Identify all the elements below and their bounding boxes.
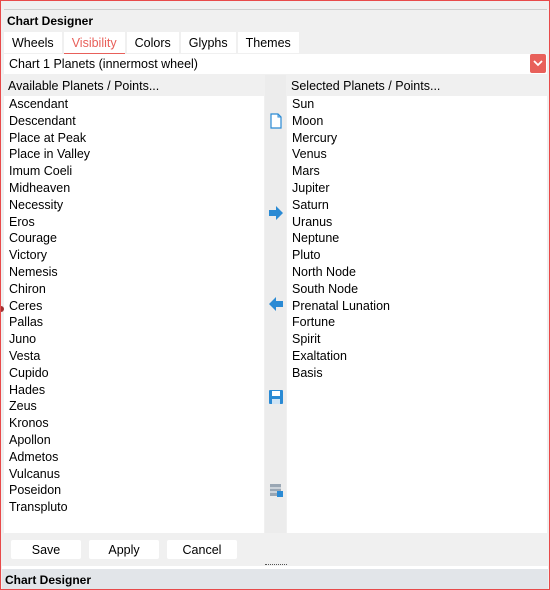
tab-wheels[interactable]: Wheels: [4, 32, 62, 53]
selected-list-item[interactable]: Basis: [287, 365, 547, 382]
available-list-item[interactable]: Courage: [4, 230, 264, 247]
selected-list-item[interactable]: Sun: [287, 96, 547, 113]
available-list-item[interactable]: Juno: [4, 331, 264, 348]
selected-list-item[interactable]: Venus: [287, 146, 547, 163]
available-list-item[interactable]: Midheaven: [4, 180, 264, 197]
available-list-item[interactable]: Vulcanus: [4, 466, 264, 483]
selected-list-item[interactable]: Fortune: [287, 314, 547, 331]
available-list-item[interactable]: Descendant: [4, 113, 264, 130]
tab-themes[interactable]: Themes: [237, 32, 299, 53]
selected-list-item[interactable]: Mars: [287, 163, 547, 180]
available-list-item[interactable]: Necessity: [4, 197, 264, 214]
wheel-select[interactable]: Chart 1 Planets (innermost wheel): [4, 54, 547, 74]
selected-list-item[interactable]: Moon: [287, 113, 547, 130]
window-title: Chart Designer: [7, 14, 94, 28]
cancel-button[interactable]: Cancel: [167, 540, 237, 559]
arrow-left-icon[interactable]: [268, 296, 284, 312]
available-list-item[interactable]: Cupido: [4, 365, 264, 382]
new-document-icon[interactable]: [268, 113, 284, 129]
save-icon[interactable]: [268, 389, 284, 405]
available-list-item[interactable]: Hades: [4, 382, 264, 399]
selected-list-item[interactable]: Prenatal Lunation: [287, 298, 547, 315]
save-button[interactable]: Save: [11, 540, 81, 559]
tab-strip: Wheels Visibility Colors Glyphs Themes: [4, 32, 301, 54]
chart-designer-window: Chart Designer Wheels Visibility Colors …: [0, 0, 550, 590]
tab-glyphs[interactable]: Glyphs: [180, 32, 236, 53]
available-header-label: Available Planets / Points...: [8, 79, 160, 93]
available-list-item[interactable]: Place at Peak: [4, 130, 264, 147]
selected-list-item[interactable]: Jupiter: [287, 180, 547, 197]
selected-list-item[interactable]: Pluto: [287, 247, 547, 264]
apply-button[interactable]: Apply: [89, 540, 159, 559]
available-list-item[interactable]: Victory: [4, 247, 264, 264]
selected-header-label: Selected Planets / Points...: [291, 79, 441, 93]
available-list-item[interactable]: Transpluto: [4, 499, 264, 516]
selected-list-item[interactable]: Neptune: [287, 230, 547, 247]
selected-list-item[interactable]: Uranus: [287, 214, 547, 231]
selected-list-item[interactable]: South Node: [287, 281, 547, 298]
wheel-select-value: Chart 1 Planets (innermost wheel): [9, 57, 198, 71]
selected-list-item[interactable]: Mercury: [287, 130, 547, 147]
chevron-down-icon[interactable]: [530, 54, 546, 73]
database-icon[interactable]: [268, 482, 284, 498]
selected-list[interactable]: Sun Moon Mercury Venus Mars Jupiter Saturn Uran…: [287, 96, 547, 533]
available-list-item[interactable]: Pallas: [4, 314, 264, 331]
selected-list-item[interactable]: North Node: [287, 264, 547, 281]
available-list-item[interactable]: Ceres: [4, 298, 264, 315]
available-list-item[interactable]: Imum Coeli: [4, 163, 264, 180]
available-list-item[interactable]: Place in Valley: [4, 146, 264, 163]
available-list-item[interactable]: Nemesis: [4, 264, 264, 281]
selected-header: Selected Planets / Points...: [287, 75, 547, 95]
available-list-item[interactable]: Vesta: [4, 348, 264, 365]
available-list-item[interactable]: Kronos: [4, 415, 264, 432]
transfer-toolbar: [265, 75, 286, 533]
available-list-item[interactable]: Chiron: [4, 281, 264, 298]
selected-list-item[interactable]: Exaltation: [287, 348, 547, 365]
tab-colors[interactable]: Colors: [126, 32, 179, 53]
available-list-item[interactable]: Poseidon: [4, 482, 264, 499]
selected-list-item[interactable]: Saturn: [287, 197, 547, 214]
selected-list-item[interactable]: Spirit: [287, 331, 547, 348]
arrow-right-icon[interactable]: [268, 205, 284, 221]
title-bar: Chart Designer: [4, 9, 547, 32]
available-list[interactable]: Ascendant Descendant Place at Peak Place in…: [4, 96, 264, 533]
available-list-item[interactable]: Zeus: [4, 398, 264, 415]
tab-visibility[interactable]: Visibility: [63, 32, 125, 54]
footer-title: Chart Designer: [5, 573, 92, 587]
available-list-item[interactable]: Eros: [4, 214, 264, 231]
footer-bar: Chart Designer: [2, 569, 548, 589]
available-list-item[interactable]: Admetos: [4, 449, 264, 466]
available-list-item[interactable]: Ascendant: [4, 96, 264, 113]
available-header: Available Planets / Points...: [4, 75, 264, 95]
available-list-item[interactable]: Apollon: [4, 432, 264, 449]
